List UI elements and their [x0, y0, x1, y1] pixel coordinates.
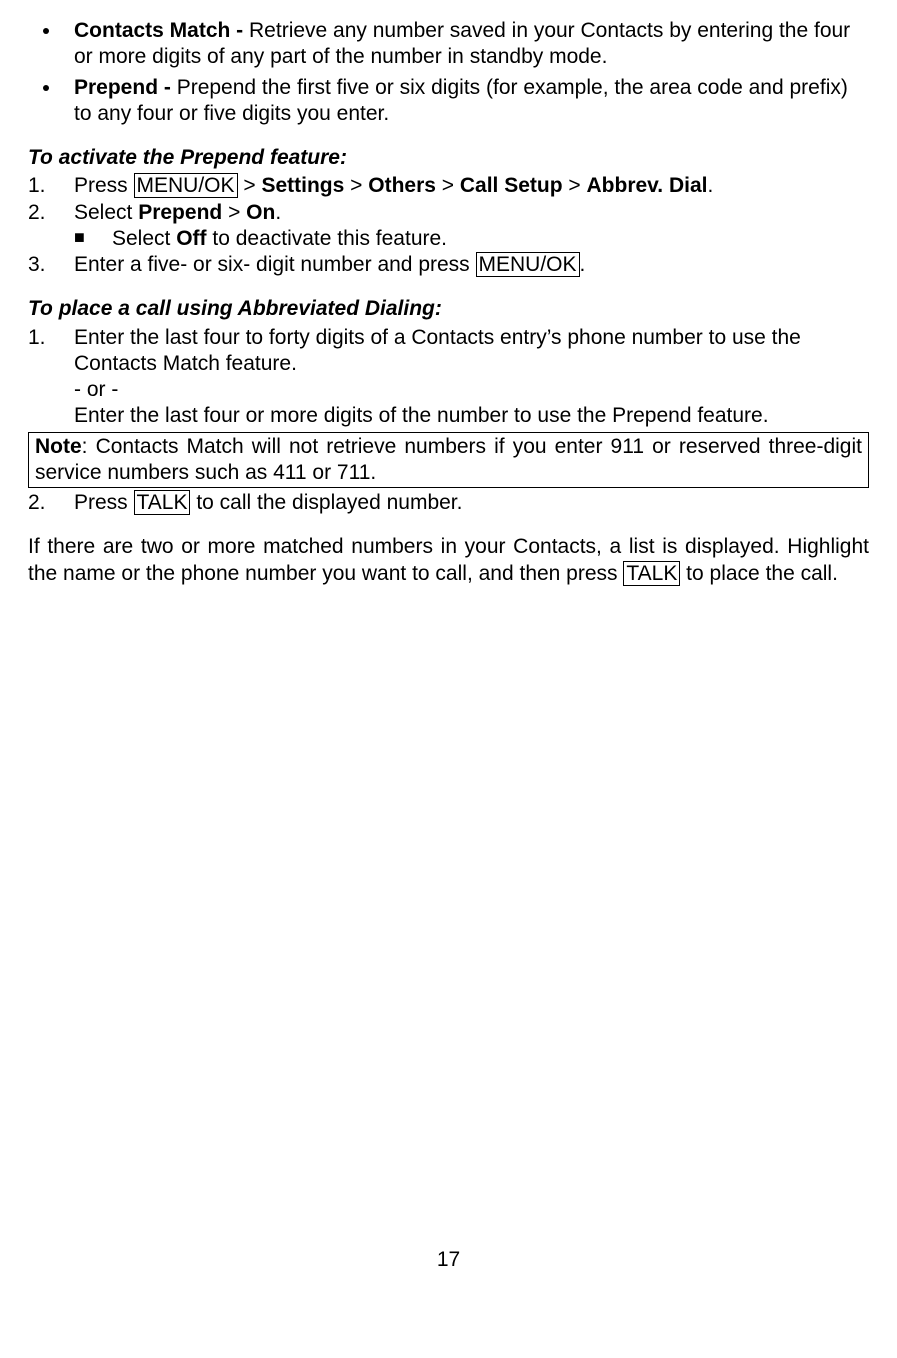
- square-bullet-icon: ■: [74, 226, 112, 252]
- bullet-text: Prepend the first five or six digits (fo…: [74, 76, 848, 125]
- key-talk: TALK: [623, 561, 680, 586]
- bullet-prepend: Prepend - Prepend the first five or six …: [62, 75, 869, 128]
- key-menu-ok: MENU/OK: [476, 252, 580, 277]
- place-call-steps-cont: 2. Press TALK to call the displayed numb…: [28, 490, 869, 516]
- step-2: 2. Select Prepend > On. ■ Select Off to …: [28, 200, 869, 253]
- page-number: 17: [28, 1247, 869, 1273]
- footer-paragraph: If there are two or more matched numbers…: [28, 534, 869, 587]
- note-box: Note: Contacts Match will not retrieve n…: [28, 432, 869, 489]
- step-1: 1. Press MENU/OK > Settings > Others > C…: [28, 173, 869, 199]
- place-call-steps: 1. Enter the last four to forty digits o…: [28, 325, 869, 430]
- note-text: : Contacts Match will not retrieve numbe…: [35, 435, 862, 484]
- step-1: 1. Enter the last four to forty digits o…: [28, 325, 869, 430]
- substep: ■ Select Off to deactivate this feature.: [74, 226, 869, 252]
- feature-bullets: Contacts Match - Retrieve any number sav…: [28, 18, 869, 127]
- bullet-title: Contacts Match -: [74, 19, 249, 42]
- note-label: Note: [35, 435, 82, 458]
- heading-activate-prepend: To activate the Prepend feature:: [28, 145, 869, 171]
- activate-steps: 1. Press MENU/OK > Settings > Others > C…: [28, 173, 869, 278]
- key-talk: TALK: [134, 490, 191, 515]
- step-2: 2. Press TALK to call the displayed numb…: [28, 490, 869, 516]
- key-menu-ok: MENU/OK: [134, 173, 238, 198]
- bullet-title: Prepend -: [74, 76, 177, 99]
- bullet-contacts-match: Contacts Match - Retrieve any number sav…: [62, 18, 869, 71]
- step-3: 3. Enter a five- or six- digit number an…: [28, 252, 869, 278]
- heading-place-call: To place a call using Abbreviated Dialin…: [28, 296, 869, 322]
